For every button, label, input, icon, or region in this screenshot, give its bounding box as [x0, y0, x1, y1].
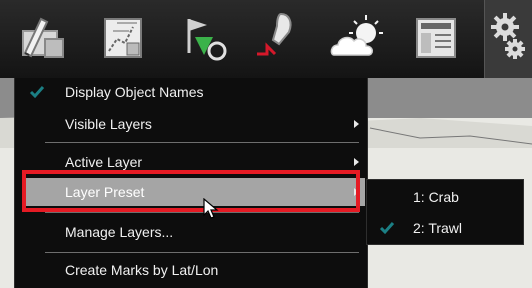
checkmark-icon	[29, 86, 45, 99]
settings-gears-icon	[491, 13, 525, 59]
highlight-annotation-box	[22, 170, 360, 212]
toolbar	[0, 0, 532, 78]
route-planning-button[interactable]	[92, 6, 156, 70]
menu-item-label: Display Object Names	[65, 84, 204, 100]
menu-item-manage-layers[interactable]: Manage Layers...	[23, 218, 365, 246]
waypoint-icon	[187, 19, 227, 61]
settings-button[interactable]	[484, 0, 532, 78]
boat-track-icon	[257, 12, 292, 56]
waypoint-button[interactable]	[174, 6, 238, 70]
submenu-item-trawl[interactable]: 2: Trawl	[371, 214, 521, 242]
menu-item-display-object-names[interactable]: Display Object Names	[23, 78, 365, 106]
menu-item-create-marks-by-lat-lon[interactable]: Create Marks by Lat/Lon	[23, 256, 365, 284]
menu-separator	[45, 212, 359, 213]
boat-track-button[interactable]	[246, 6, 310, 70]
menu-item-label: Manage Layers...	[65, 224, 174, 240]
menu-item-label: Create Marks by Lat/Lon	[65, 262, 219, 278]
weather-button[interactable]	[326, 6, 390, 70]
layer-preset-submenu: 1: Crab 2: Trawl	[366, 179, 524, 245]
submenu-item-label: 2: Trawl	[413, 220, 463, 236]
submenu-item-label: 1: Crab	[413, 189, 459, 205]
submenu-item-crab[interactable]: 1: Crab	[371, 183, 521, 211]
edit-chart-button[interactable]	[10, 6, 74, 70]
menu-separator	[45, 142, 359, 143]
menu-item-label: Visible Layers	[65, 116, 152, 132]
mouse-cursor-icon	[203, 198, 219, 219]
menu-separator	[45, 252, 359, 253]
submenu-arrow-icon	[354, 120, 359, 128]
weather-icon	[330, 15, 383, 56]
data-panel-button[interactable]	[404, 6, 468, 70]
data-panel-icon	[416, 18, 456, 58]
checkmark-icon	[379, 222, 395, 235]
menu-item-visible-layers[interactable]: Visible Layers	[23, 110, 365, 138]
edit-chart-icon	[22, 17, 64, 58]
submenu-arrow-icon	[354, 158, 359, 166]
route-planning-icon	[104, 18, 142, 58]
